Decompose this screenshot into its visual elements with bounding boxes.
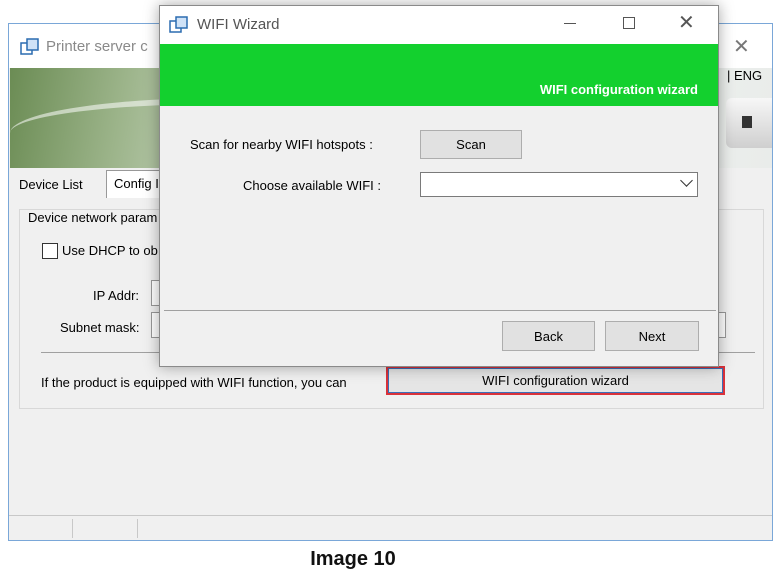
main-window-title: Printer server c [46,38,148,55]
subnet-mask-label: Subnet mask: [60,320,140,335]
wifi-wizard-button[interactable]: WIFI configuration wizard [386,366,725,395]
wizard-header: WIFI configuration wizard [160,44,718,106]
wizard-titlebar: WIFI Wizard ✕ [160,6,718,44]
wizard-header-title: WIFI configuration wizard [539,82,698,97]
tab-config[interactable]: Config I [106,170,166,198]
app-icon [20,38,39,55]
language-selector[interactable]: | ENG [727,68,762,83]
image-caption: Image 10 [310,548,396,570]
minimize-icon[interactable] [564,23,576,24]
scan-label: Scan for nearby WIFI hotspots : [190,137,373,152]
status-bar [9,515,772,540]
tab-device-list[interactable]: Device List [12,172,90,198]
scan-button[interactable]: Scan [420,130,522,159]
back-button[interactable]: Back [502,321,595,351]
wifi-hint-text: If the product is equipped with WIFI fun… [41,375,347,390]
printer-server-image [726,98,772,148]
wizard-title: WIFI Wizard [197,16,280,33]
device-port-icon [742,116,752,128]
group-label-network: Device network param [28,210,158,225]
chevron-down-icon [680,174,693,187]
dhcp-checkbox[interactable] [42,243,58,259]
close-icon[interactable]: ✕ [733,34,750,59]
dhcp-label: Use DHCP to ob [62,243,158,258]
wifi-wizard-dialog: WIFI Wizard ✕ WIFI configuration wizard … [159,5,719,367]
close-icon[interactable]: ✕ [678,10,695,35]
ip-addr-label: IP Addr: [93,288,140,303]
maximize-icon[interactable] [623,17,635,29]
choose-wifi-label: Choose available WIFI : [243,178,382,193]
status-separator [137,519,138,538]
wizard-divider [164,310,716,311]
app-icon [169,16,188,33]
status-separator [72,519,73,538]
next-button[interactable]: Next [605,321,699,351]
wifi-select[interactable] [420,172,698,197]
